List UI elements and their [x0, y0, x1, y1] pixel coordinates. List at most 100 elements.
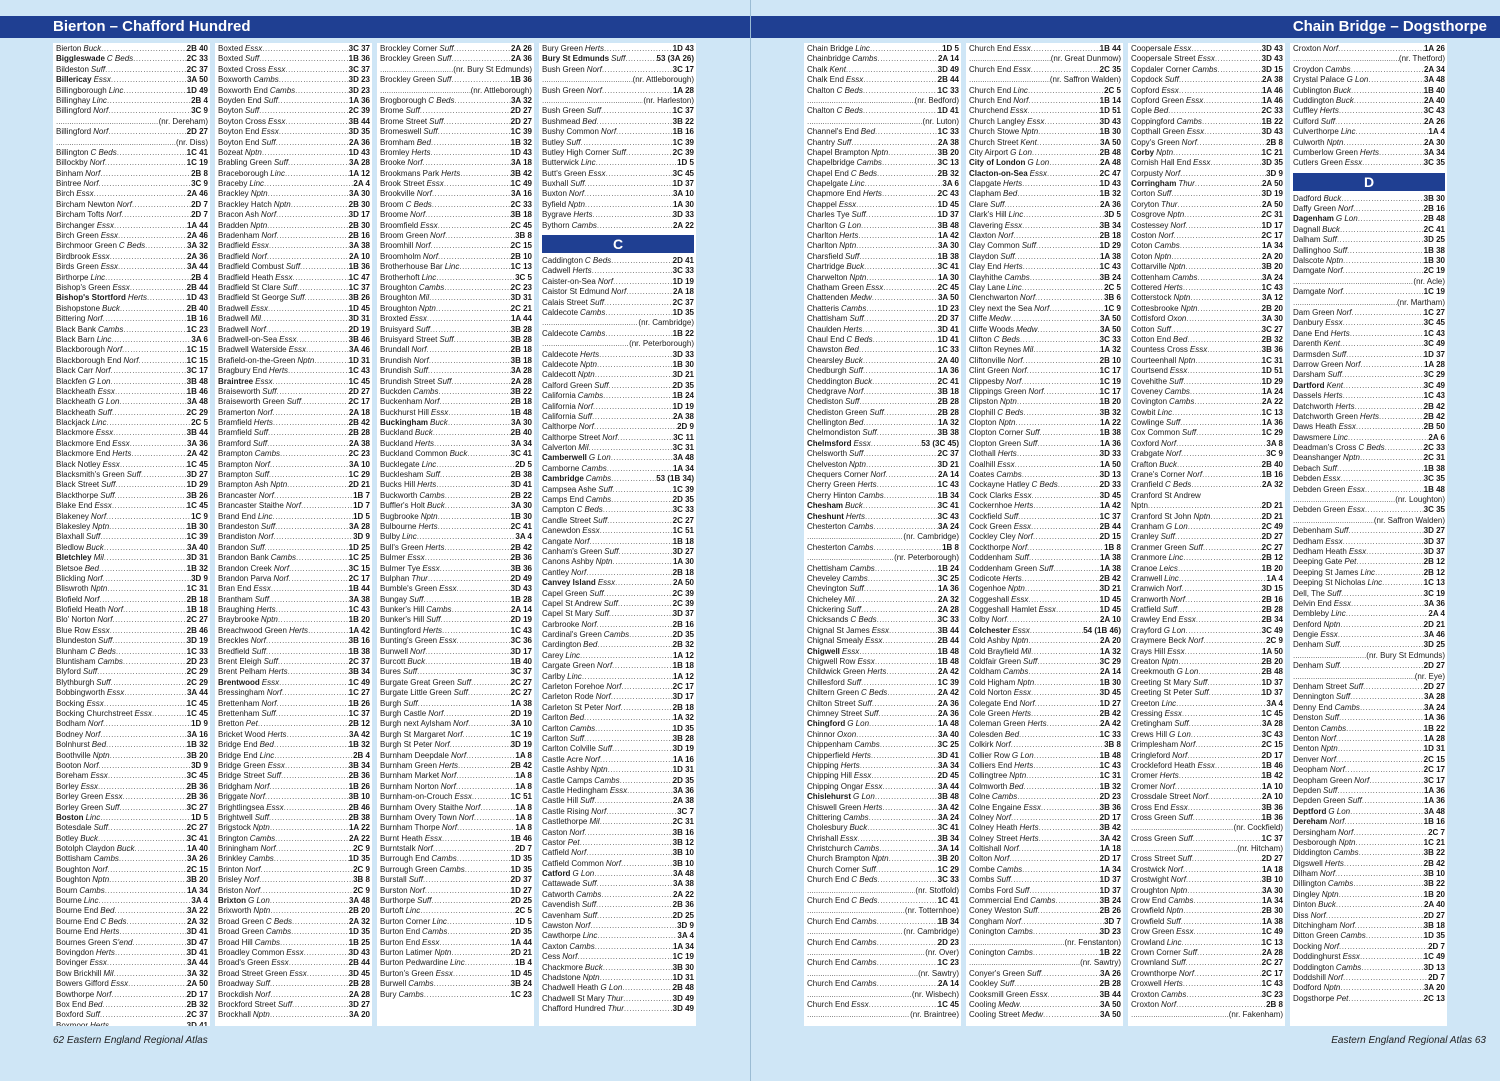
- leader-dots: [1179, 75, 1262, 85]
- county-abbrev: Essx: [588, 168, 606, 178]
- leader-dots: [877, 480, 938, 490]
- leader-dots: [287, 480, 348, 490]
- county-abbrev: Essx: [279, 334, 297, 344]
- place-name: Diss: [1293, 910, 1309, 920]
- index-entry: DentonNorf1A 28: [1293, 734, 1445, 744]
- grid-reference: 2D 23: [186, 657, 208, 667]
- grid-reference: 3D 33: [672, 349, 694, 359]
- place-name: Chaulden: [807, 324, 842, 334]
- index-entry: Broad Street GreenEssx3D 45: [218, 969, 370, 979]
- county-abbrev: Essx: [838, 199, 857, 209]
- place-name: Brigstock: [218, 823, 251, 833]
- county-abbrev: Suff: [1322, 463, 1337, 473]
- place-name: Blakeney: [56, 511, 89, 521]
- leader-dots: [1030, 626, 1084, 636]
- index-entry: Burton LatimerNptn2D 21: [380, 948, 532, 958]
- grid-reference: 2B 18: [510, 397, 532, 407]
- place-name: Chelmondiston: [807, 428, 861, 438]
- index-entry: Cooling StreetMedw3A 50: [969, 1010, 1121, 1020]
- leader-dots: [1215, 761, 1262, 771]
- place-name: Coston: [1131, 231, 1157, 241]
- grid-reference: 2C 17: [1261, 231, 1283, 241]
- leader-dots: [1027, 543, 1104, 553]
- county-abbrev: Essx: [1013, 521, 1032, 531]
- county-abbrev: Nptn: [580, 359, 597, 369]
- leader-dots: [1351, 86, 1424, 96]
- leader-dots: [100, 169, 191, 179]
- grid-reference: 2B 32: [1261, 334, 1283, 344]
- place-name: Creekmouth: [1131, 667, 1175, 677]
- index-entry: CamborneCambs1A 34: [542, 464, 694, 474]
- leader-dots: [1044, 117, 1099, 127]
- county-abbrev: Cambs: [585, 474, 612, 484]
- leader-dots: [115, 387, 187, 397]
- leader-dots: [1031, 709, 1100, 719]
- index-entry: BramptonNorf3A 10: [218, 460, 370, 470]
- county-abbrev: Suff: [1178, 833, 1193, 843]
- place-name: Chickering: [807, 605, 845, 615]
- leader-dots: [862, 325, 937, 335]
- grid-reference: 2B 46: [348, 802, 370, 812]
- county-abbrev: Cambs: [848, 521, 874, 531]
- leader-dots: [1348, 994, 1423, 1004]
- county-abbrev: Herts: [1027, 719, 1047, 729]
- grid-reference: 2A 40: [937, 355, 959, 365]
- index-entry: Cross EndEssx3B 36: [1131, 803, 1283, 813]
- place-name: Caistor St Edmund: [542, 287, 610, 297]
- grid-reference: 2A 42: [937, 667, 959, 677]
- place-name: Dereham: [1293, 817, 1328, 827]
- county-abbrev: Essx: [267, 760, 285, 770]
- leader-dots: [1168, 106, 1262, 116]
- leader-dots: [111, 335, 191, 345]
- leader-dots: [593, 402, 673, 412]
- grid-reference: 3D 37: [672, 609, 694, 619]
- county-abbrev: Norf: [1019, 698, 1035, 708]
- leader-dots: [886, 667, 938, 677]
- index-entry: Deopham GreenNorf3C 17: [1293, 776, 1445, 786]
- grid-reference: 1A 22: [348, 823, 370, 833]
- leader-dots: [1185, 958, 1261, 968]
- grid-reference: 2B 44: [937, 636, 959, 646]
- place-name: Billingford: [56, 127, 92, 137]
- grid-reference: 3A 24: [1423, 702, 1445, 712]
- leader-dots: [1015, 460, 1100, 470]
- grid-reference: 2C 13: [1423, 993, 1445, 1003]
- place-name: Nptn: [1131, 501, 1148, 511]
- county-abbrev: Buck: [1159, 459, 1178, 469]
- place-name: Brundish: [380, 355, 412, 365]
- leader-dots: [380, 86, 471, 96]
- county-abbrev: Bed: [860, 127, 876, 137]
- leader-dots: [856, 241, 938, 251]
- leader-dots: [859, 397, 937, 407]
- grid-reference: 2C 23: [510, 282, 532, 292]
- note-text: (nr. Hitcham): [1237, 844, 1283, 854]
- place-name: Charlton: [807, 231, 838, 241]
- index-entry: CavendishSuff2B 36: [542, 900, 694, 910]
- grid-reference: 1A 26: [1423, 44, 1445, 53]
- grid-reference: 3D 27: [186, 470, 208, 480]
- grid-reference: 2A 14: [937, 470, 959, 480]
- grid-reference: 2A 22: [672, 889, 694, 899]
- index-entry: CareyLinc1A 12: [542, 651, 694, 661]
- leader-dots: [807, 906, 905, 916]
- index-entry: Crawley EndEssx2B 34: [1131, 615, 1283, 625]
- place-name: Doddington: [1293, 962, 1334, 972]
- grid-reference: 3D 7: [1104, 916, 1121, 926]
- index-entry: Broad HillCambs1B 25: [218, 938, 370, 948]
- index-entry-note: (nr. Loughton): [1293, 495, 1445, 505]
- index-entry: ClophillC Beds3B 32: [969, 408, 1121, 418]
- grid-reference: 3B 44: [186, 428, 208, 438]
- index-entry: ChalkKent3D 49: [807, 65, 959, 75]
- place-name: Bournes Green: [56, 937, 111, 947]
- county-abbrev: Buck: [426, 501, 445, 511]
- leader-dots: [1034, 751, 1100, 761]
- leader-dots: [1340, 225, 1424, 235]
- place-name: Bressingham: [218, 688, 265, 698]
- place-name: Cranley: [1131, 532, 1159, 542]
- index-entry: ChurchendEssx1D 51: [969, 106, 1121, 116]
- county-abbrev: Suff: [1347, 796, 1362, 806]
- grid-reference: 2A 26: [510, 44, 532, 53]
- index-entry: Deadman's CrossC Beds2C 33: [1293, 443, 1445, 453]
- leader-dots: [297, 283, 349, 293]
- leader-dots: [112, 408, 187, 418]
